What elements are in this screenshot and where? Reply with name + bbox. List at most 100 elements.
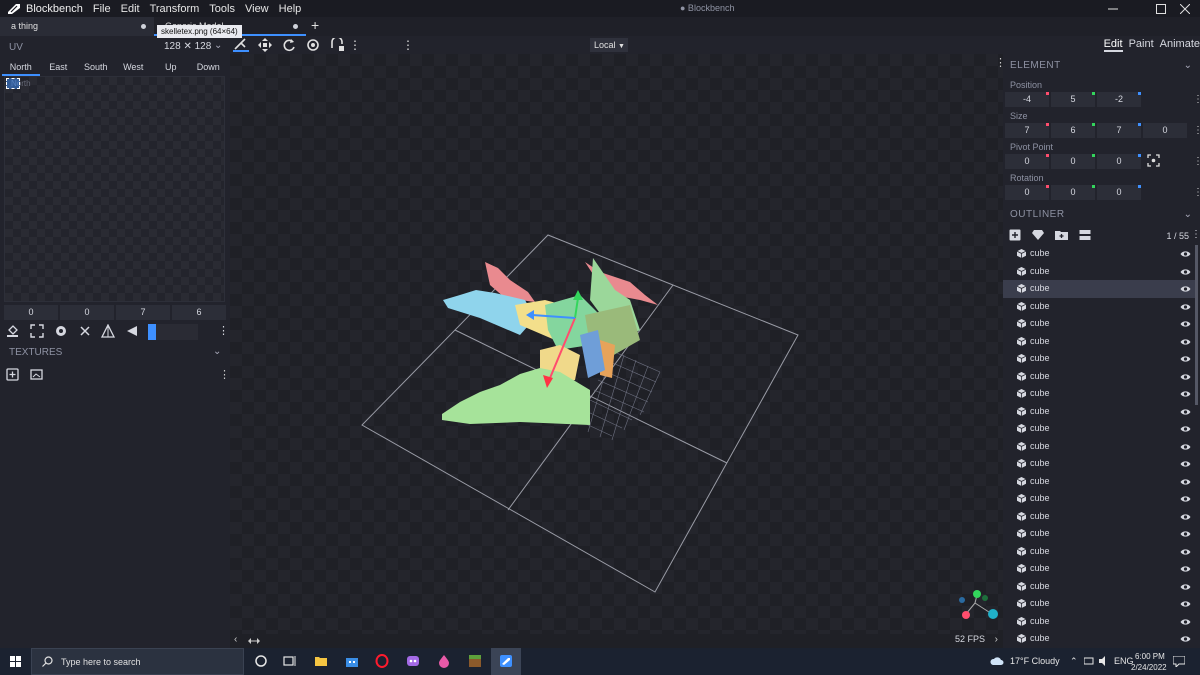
- chevron-down-icon[interactable]: ⌄: [1184, 60, 1192, 71]
- size-x-field[interactable]: 7: [1005, 123, 1049, 138]
- chevron-left-icon[interactable]: ‹: [234, 634, 237, 645]
- outliner-item[interactable]: cube: [1003, 525, 1195, 543]
- uv-opacity-slider[interactable]: [148, 324, 198, 340]
- add-group-icon[interactable]: [1055, 229, 1068, 244]
- inflate-field[interactable]: 0: [1143, 123, 1187, 138]
- chevron-down-icon[interactable]: ⌄: [1184, 209, 1192, 220]
- chevron-right-icon[interactable]: ›: [995, 634, 998, 645]
- more-options-icon[interactable]: ⋮: [219, 368, 230, 381]
- visibility-eye-icon[interactable]: [1180, 320, 1191, 328]
- visibility-eye-icon[interactable]: [1180, 460, 1191, 468]
- outliner-item[interactable]: cube: [1003, 333, 1195, 351]
- visibility-eye-icon[interactable]: [1180, 478, 1191, 486]
- start-button[interactable]: [0, 648, 30, 675]
- outliner-item[interactable]: cube: [1003, 245, 1195, 263]
- maximize-uv-icon[interactable]: [30, 324, 44, 338]
- more-options-icon[interactable]: ⋮: [218, 324, 229, 338]
- menu-transform[interactable]: Transform: [150, 3, 200, 15]
- outliner-item[interactable]: cube: [1003, 280, 1195, 298]
- new-tab-button[interactable]: +: [311, 17, 319, 34]
- outliner-item[interactable]: cube: [1003, 508, 1195, 526]
- visibility-eye-icon[interactable]: [1180, 390, 1191, 398]
- visibility-eye-icon[interactable]: [1180, 338, 1191, 346]
- uv-value-v2[interactable]: 6: [172, 305, 226, 320]
- weather-status[interactable]: 17°F Cloudy: [1010, 656, 1060, 666]
- outliner-item[interactable]: cube: [1003, 560, 1195, 578]
- uv-resolution[interactable]: 128 ✕ 128: [164, 41, 211, 52]
- auto-uv-icon[interactable]: [54, 324, 68, 338]
- chevron-down-icon[interactable]: ⌄: [213, 346, 221, 357]
- add-mesh-icon[interactable]: [1031, 229, 1045, 244]
- more-options-icon[interactable]: ⋮: [1193, 125, 1200, 136]
- menu-view[interactable]: View: [245, 3, 269, 15]
- outliner-item[interactable]: cube: [1003, 298, 1195, 316]
- mode-animate[interactable]: Animate: [1160, 38, 1200, 52]
- mirror-uv-icon[interactable]: [100, 323, 116, 338]
- clear-uv-icon[interactable]: [78, 324, 92, 338]
- task-view-icon[interactable]: [283, 654, 297, 668]
- visibility-eye-icon[interactable]: [1180, 268, 1191, 276]
- rotate-tool-icon[interactable]: [281, 38, 297, 52]
- position-x-field[interactable]: -4: [1005, 92, 1049, 107]
- nav-y-axis-icon[interactable]: [973, 590, 981, 598]
- minimize-button[interactable]: [1098, 0, 1128, 17]
- rotation-z-field[interactable]: 0: [1097, 185, 1141, 200]
- menu-edit[interactable]: Edit: [121, 3, 140, 15]
- volume-icon[interactable]: [1099, 656, 1109, 666]
- visibility-eye-icon[interactable]: [1180, 618, 1191, 626]
- face-tab-down[interactable]: Down: [190, 60, 228, 76]
- pivot-tool-icon[interactable]: [305, 38, 321, 52]
- menu-tools[interactable]: Tools: [209, 3, 235, 15]
- nav-z-axis-icon[interactable]: [988, 609, 998, 619]
- nav-x-axis-icon[interactable]: [962, 611, 970, 619]
- uv-editor-canvas[interactable]: North: [4, 76, 225, 302]
- add-cube-icon[interactable]: [1009, 229, 1021, 244]
- collapse-groups-icon[interactable]: [1079, 229, 1091, 244]
- visibility-eye-icon[interactable]: [1180, 548, 1191, 556]
- nav-neg-z-icon[interactable]: [959, 597, 965, 603]
- visibility-eye-icon[interactable]: [1180, 513, 1191, 521]
- import-texture-icon[interactable]: [30, 368, 43, 381]
- unsaved-dot-icon[interactable]: [141, 24, 146, 29]
- visibility-eye-icon[interactable]: [1180, 565, 1191, 573]
- nav-neg-y-icon[interactable]: [982, 595, 988, 601]
- minecraft-icon[interactable]: [468, 654, 482, 668]
- visibility-eye-icon[interactable]: [1180, 635, 1191, 643]
- outliner-item[interactable]: cube: [1003, 368, 1195, 386]
- uv-value-v1[interactable]: 0: [60, 305, 114, 320]
- clock-time[interactable]: 6:00 PM: [1135, 652, 1165, 661]
- visibility-eye-icon[interactable]: [1180, 303, 1191, 311]
- uv-value-u2[interactable]: 7: [116, 305, 170, 320]
- transform-space-select[interactable]: Local ▼: [590, 38, 628, 52]
- face-tab-east[interactable]: East: [40, 60, 78, 76]
- more-options-icon[interactable]: ⋮: [402, 38, 414, 52]
- outliner-item[interactable]: cube: [1003, 595, 1195, 613]
- pivot-y-field[interactable]: 0: [1051, 154, 1095, 169]
- visibility-eye-icon[interactable]: [1180, 425, 1191, 433]
- face-tab-north[interactable]: North: [2, 60, 40, 76]
- outliner-item[interactable]: cube: [1003, 385, 1195, 403]
- visibility-eye-icon[interactable]: [1180, 495, 1191, 503]
- outliner-item[interactable]: cube: [1003, 578, 1195, 596]
- position-z-field[interactable]: -2: [1097, 92, 1141, 107]
- more-options-icon[interactable]: ⋮: [1193, 94, 1200, 105]
- more-options-icon[interactable]: ⋮: [1193, 156, 1200, 167]
- face-tab-south[interactable]: South: [77, 60, 115, 76]
- paint-app-icon[interactable]: [437, 654, 451, 668]
- file-explorer-icon[interactable]: [314, 654, 328, 668]
- timeline-handle-icon[interactable]: [248, 638, 260, 644]
- pivot-x-field[interactable]: 0: [1005, 154, 1049, 169]
- outliner-item[interactable]: cube: [1003, 438, 1195, 456]
- rotation-x-field[interactable]: 0: [1005, 185, 1049, 200]
- gizmo-y-arrow-icon[interactable]: [573, 290, 583, 300]
- rotate-uv-icon[interactable]: [125, 324, 139, 338]
- blockbench-taskbar-icon[interactable]: [499, 654, 513, 668]
- menu-file[interactable]: File: [93, 3, 111, 15]
- visibility-eye-icon[interactable]: [1180, 373, 1191, 381]
- outliner-item[interactable]: cube: [1003, 613, 1195, 631]
- close-window-button[interactable]: [1170, 0, 1200, 17]
- notifications-icon[interactable]: [1173, 656, 1185, 667]
- visibility-eye-icon[interactable]: [1180, 443, 1191, 451]
- opera-icon[interactable]: [375, 654, 389, 668]
- discord-like-icon[interactable]: [406, 654, 420, 668]
